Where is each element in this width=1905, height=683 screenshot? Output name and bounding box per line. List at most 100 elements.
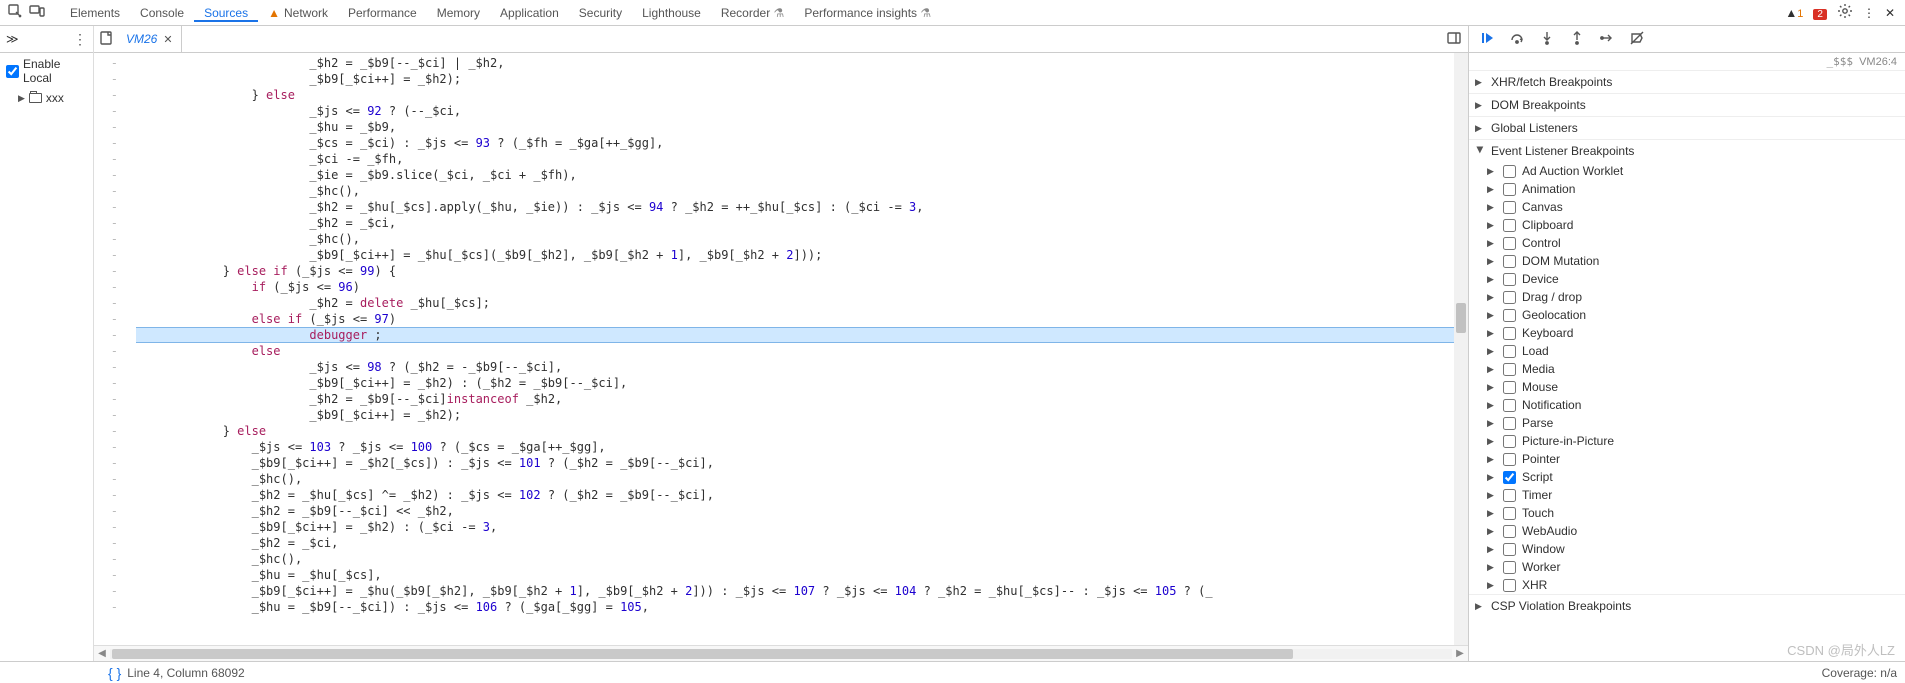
event-category-checkbox[interactable]	[1503, 201, 1516, 214]
editor-tab-label: VM26	[126, 32, 157, 46]
event-category-checkbox[interactable]	[1503, 399, 1516, 412]
tab-security[interactable]: Security	[569, 6, 632, 20]
event-category-checkbox[interactable]	[1503, 183, 1516, 196]
horizontal-scrollbar[interactable]: ◀▶	[94, 645, 1468, 661]
event-category-checkbox[interactable]	[1503, 489, 1516, 502]
tab-recorder[interactable]: Recorder ⚗	[711, 6, 794, 20]
folder-icon	[29, 93, 42, 103]
event-category-canvas[interactable]: ▶Canvas	[1469, 198, 1905, 216]
event-category-checkbox[interactable]	[1503, 507, 1516, 520]
snippet-icon[interactable]	[94, 30, 118, 49]
tab-memory[interactable]: Memory	[427, 6, 490, 20]
pane-csp-violation-breakpoints[interactable]: ▶CSP Violation Breakpoints	[1469, 594, 1905, 617]
event-category-xhr[interactable]: ▶XHR	[1469, 576, 1905, 594]
resume-icon[interactable]	[1479, 30, 1495, 49]
pane-global-listeners[interactable]: ▶Global Listeners	[1469, 116, 1905, 139]
inspect-icon[interactable]	[4, 3, 26, 22]
event-category-animation[interactable]: ▶Animation	[1469, 180, 1905, 198]
tab-elements[interactable]: Elements	[60, 6, 130, 20]
status-bar: { } Line 4, Column 68092 Coverage: n/a	[0, 661, 1905, 683]
tab-console[interactable]: Console	[130, 6, 194, 20]
event-category-clipboard[interactable]: ▶Clipboard	[1469, 216, 1905, 234]
event-category-checkbox[interactable]	[1503, 345, 1516, 358]
event-category-checkbox[interactable]	[1503, 471, 1516, 484]
tab-network[interactable]: ▲Network	[258, 6, 338, 20]
event-category-checkbox[interactable]	[1503, 363, 1516, 376]
event-category-timer[interactable]: ▶Timer	[1469, 486, 1905, 504]
event-category-media[interactable]: ▶Media	[1469, 360, 1905, 378]
folder-tree-item[interactable]: ▶ xxx	[0, 89, 93, 107]
event-category-touch[interactable]: ▶Touch	[1469, 504, 1905, 522]
event-category-notification[interactable]: ▶Notification	[1469, 396, 1905, 414]
expand-navigator-icon[interactable]: ≫	[6, 32, 19, 46]
line-gutter[interactable]: - - - - - - - - - - - - - - - - - - - - …	[94, 53, 136, 645]
event-category-load[interactable]: ▶Load	[1469, 342, 1905, 360]
pretty-print-icon[interactable]: { }	[108, 665, 121, 681]
event-category-checkbox[interactable]	[1503, 525, 1516, 538]
tab-performance-insights[interactable]: Performance insights ⚗	[794, 6, 941, 20]
event-category-webaudio[interactable]: ▶WebAudio	[1469, 522, 1905, 540]
event-category-mouse[interactable]: ▶Mouse	[1469, 378, 1905, 396]
event-category-checkbox[interactable]	[1503, 561, 1516, 574]
event-category-checkbox[interactable]	[1503, 255, 1516, 268]
kebab-menu-icon[interactable]: ⋮	[1863, 6, 1875, 20]
event-category-checkbox[interactable]	[1503, 237, 1516, 250]
device-toggle-icon[interactable]	[26, 3, 48, 22]
event-category-script[interactable]: ▶Script	[1469, 468, 1905, 486]
event-category-parse[interactable]: ▶Parse	[1469, 414, 1905, 432]
navigator-sidebar: ≫ ⋮ Enable Local ▶ xxx	[0, 26, 94, 661]
close-tab-icon[interactable]: ✕	[163, 33, 172, 46]
event-category-device[interactable]: ▶Device	[1469, 270, 1905, 288]
settings-icon[interactable]	[1837, 3, 1853, 22]
deactivate-breakpoints-icon[interactable]	[1629, 30, 1645, 49]
event-category-keyboard[interactable]: ▶Keyboard	[1469, 324, 1905, 342]
event-category-worker[interactable]: ▶Worker	[1469, 558, 1905, 576]
event-category-ad-auction-worklet[interactable]: ▶Ad Auction Worklet	[1469, 162, 1905, 180]
chevron-right-icon: ▶	[18, 93, 25, 104]
tab-performance[interactable]: Performance	[338, 6, 427, 20]
pane-event-listener-breakpoints[interactable]: ▶Event Listener Breakpoints	[1469, 139, 1905, 162]
navigator-more-icon[interactable]: ⋮	[73, 31, 87, 48]
errors-indicator[interactable]: 2	[1813, 6, 1827, 20]
event-category-drag-drop[interactable]: ▶Drag / drop	[1469, 288, 1905, 306]
event-category-pointer[interactable]: ▶Pointer	[1469, 450, 1905, 468]
event-category-checkbox[interactable]	[1503, 435, 1516, 448]
tab-sources[interactable]: Sources	[194, 6, 258, 22]
cursor-position: Line 4, Column 68092	[127, 666, 244, 680]
warnings-indicator[interactable]: ▲1	[1785, 6, 1803, 20]
event-category-checkbox[interactable]	[1503, 327, 1516, 340]
event-category-picture-in-picture[interactable]: ▶Picture-in-Picture	[1469, 432, 1905, 450]
event-category-dom-mutation[interactable]: ▶DOM Mutation	[1469, 252, 1905, 270]
show-editor-sidebar-icon[interactable]	[1446, 30, 1468, 49]
debugger-sidebar: _$$$ VM26:4 ▶XHR/fetch Breakpoints▶DOM B…	[1468, 26, 1905, 661]
close-devtools-icon[interactable]: ✕	[1885, 6, 1895, 20]
step-icon[interactable]	[1599, 30, 1615, 49]
step-out-icon[interactable]	[1569, 30, 1585, 49]
event-category-checkbox[interactable]	[1503, 309, 1516, 322]
event-category-checkbox[interactable]	[1503, 381, 1516, 394]
event-category-geolocation[interactable]: ▶Geolocation	[1469, 306, 1905, 324]
event-category-checkbox[interactable]	[1503, 165, 1516, 178]
enable-local-label: Enable Local	[23, 57, 87, 85]
code-content[interactable]: _$h2 = _$b9[--_$ci] | _$h2, _$b9[_$ci++]…	[136, 53, 1454, 645]
editor-tab-vm26[interactable]: VM26 ✕	[118, 26, 182, 53]
enable-local-checkbox[interactable]	[6, 65, 19, 78]
vertical-scrollbar[interactable]	[1454, 53, 1468, 645]
event-category-checkbox[interactable]	[1503, 273, 1516, 286]
event-category-checkbox[interactable]	[1503, 453, 1516, 466]
step-into-icon[interactable]	[1539, 30, 1555, 49]
tab-lighthouse[interactable]: Lighthouse	[632, 6, 711, 20]
event-category-window[interactable]: ▶Window	[1469, 540, 1905, 558]
event-category-checkbox[interactable]	[1503, 543, 1516, 556]
event-category-control[interactable]: ▶Control	[1469, 234, 1905, 252]
event-category-checkbox[interactable]	[1503, 219, 1516, 232]
event-category-checkbox[interactable]	[1503, 417, 1516, 430]
pane-dom-breakpoints[interactable]: ▶DOM Breakpoints	[1469, 93, 1905, 116]
step-over-icon[interactable]	[1509, 30, 1525, 49]
pane-xhr-fetch-breakpoints[interactable]: ▶XHR/fetch Breakpoints	[1469, 70, 1905, 93]
event-category-checkbox[interactable]	[1503, 579, 1516, 592]
enable-local-overrides[interactable]: Enable Local	[0, 53, 93, 89]
tab-application[interactable]: Application	[490, 6, 569, 20]
source-editor: VM26 ✕ - - - - - - - - - - - - - - - - -…	[94, 26, 1468, 661]
event-category-checkbox[interactable]	[1503, 291, 1516, 304]
